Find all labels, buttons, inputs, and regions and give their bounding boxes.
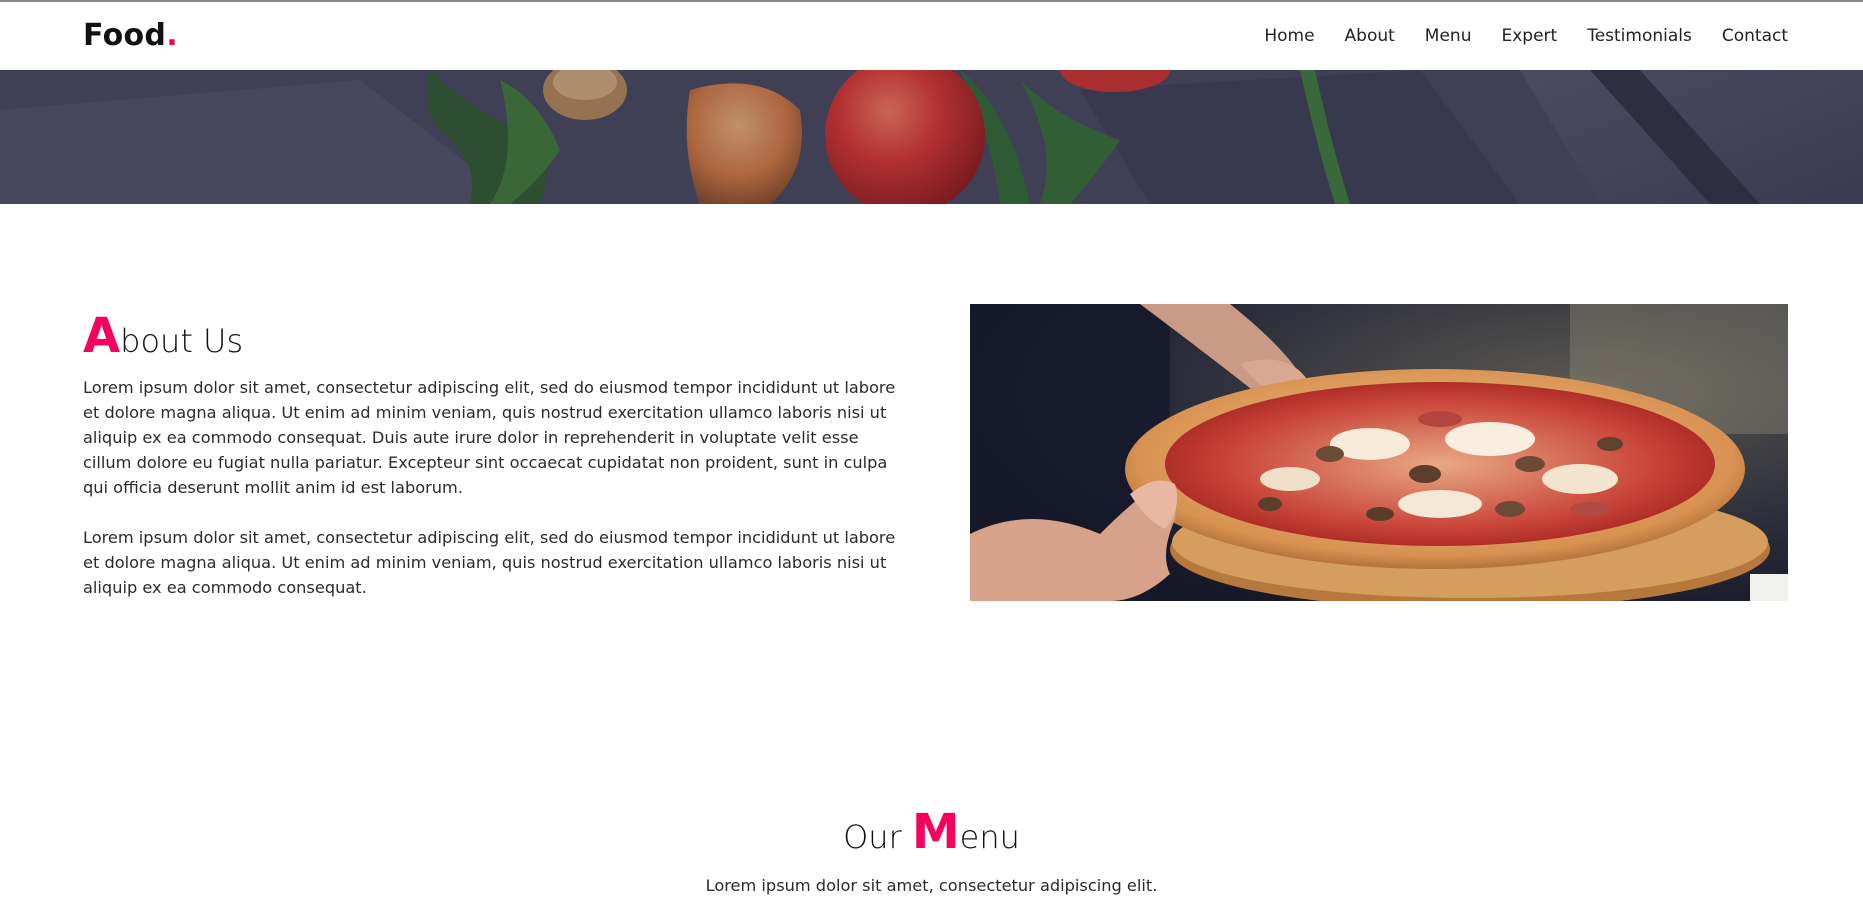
menu-title: Our Menu — [0, 808, 1863, 856]
nav-link-testimonials[interactable]: Testimonials — [1587, 26, 1692, 46]
pizza-photo-icon — [970, 304, 1788, 601]
brand-dot: . — [166, 18, 178, 53]
nav-item-testimonials: Testimonials — [1587, 26, 1692, 46]
navbar: Food. Home About Menu Expert Testimonial… — [0, 2, 1863, 70]
nav-link-home[interactable]: Home — [1264, 26, 1314, 46]
menu-title-initial: M — [911, 804, 960, 860]
about-title: About Us — [83, 312, 243, 360]
nav-item-home: Home — [1264, 26, 1314, 46]
brand-logo[interactable]: Food. — [83, 18, 178, 53]
nav-link-contact[interactable]: Contact — [1722, 26, 1788, 46]
nav-item-contact: Contact — [1722, 26, 1788, 46]
menu-subtitle: Lorem ipsum dolor sit amet, consectetur … — [705, 876, 1158, 895]
hero-banner — [0, 70, 1863, 204]
vegetables-photo-icon — [0, 70, 1863, 204]
brand-name: Food — [83, 18, 167, 53]
page: Food. Home About Menu Expert Testimonial… — [0, 0, 1863, 924]
nav-link-expert[interactable]: Expert — [1501, 26, 1557, 46]
nav-item-about: About — [1345, 26, 1395, 46]
nav-menu: Home About Menu Expert Testimonials Cont… — [1264, 26, 1788, 46]
nav-item-menu: Menu — [1425, 26, 1472, 46]
about-paragraph-1: Lorem ipsum dolor sit amet, consectetur … — [83, 378, 896, 497]
nav-link-about[interactable]: About — [1345, 26, 1395, 46]
menu-title-rest: enu — [959, 818, 1020, 856]
about-title-initial: A — [83, 308, 121, 364]
nav-link-menu[interactable]: Menu — [1425, 26, 1472, 46]
about-paragraph-2: Lorem ipsum dolor sit amet, consectetur … — [83, 528, 896, 597]
about-image — [970, 304, 1788, 601]
about-title-rest: bout Us — [120, 322, 244, 360]
nav-item-expert: Expert — [1501, 26, 1557, 46]
menu-title-prefix: Our — [843, 818, 912, 856]
